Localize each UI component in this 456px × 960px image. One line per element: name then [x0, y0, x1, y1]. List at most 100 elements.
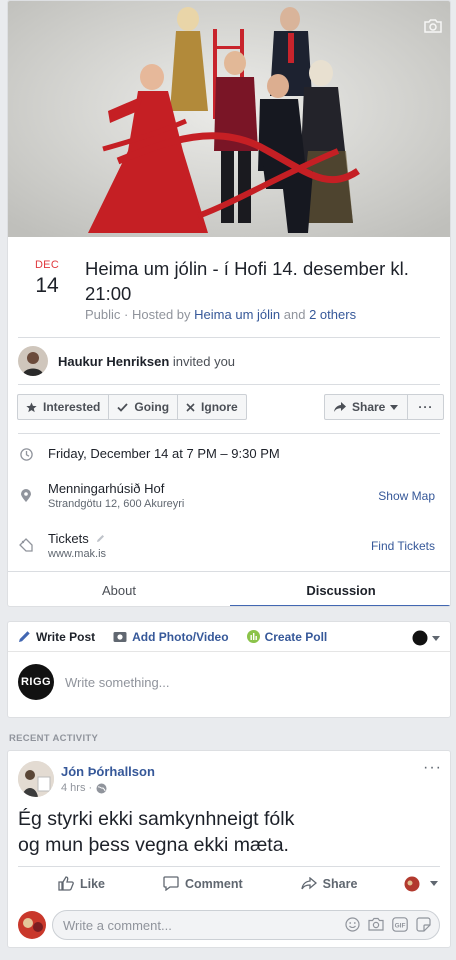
camera-icon[interactable] — [368, 917, 384, 931]
event-time-row: Friday, December 14 at 7 PM – 9:30 PM — [18, 446, 440, 461]
like-label: Like — [80, 876, 106, 891]
clock-icon — [18, 446, 34, 461]
activity-post: Jón Þórhallson 4 hrs · ··· Ég styrki ekk… — [7, 750, 451, 948]
going-label: Going — [134, 400, 170, 414]
comment-composer: Write a comment... GIF — [18, 909, 440, 941]
interested-label: Interested — [43, 400, 101, 414]
check-icon — [117, 402, 129, 412]
show-map-link[interactable]: Show Map — [378, 489, 435, 503]
event-date-month: DEC — [34, 259, 60, 271]
create-poll-button[interactable]: Create Poll — [246, 629, 328, 644]
event-cover-photo[interactable] — [8, 1, 450, 237]
ignore-button[interactable]: Ignore — [178, 395, 246, 419]
add-photo-video-button[interactable]: Add Photo/Video — [113, 630, 229, 644]
and-label: and — [283, 307, 306, 322]
interested-button[interactable]: Interested — [18, 395, 110, 419]
host-link[interactable]: Heima um jólin — [194, 307, 280, 322]
tickets-label-text: Tickets — [48, 531, 89, 546]
gif-icon[interactable]: GIF — [392, 917, 408, 932]
poll-icon — [246, 630, 260, 643]
camera-icon[interactable] — [424, 19, 442, 33]
write-post-label: Write Post — [36, 629, 96, 644]
svg-text:GIF: GIF — [395, 923, 406, 930]
comment-button[interactable]: Comment — [163, 876, 243, 891]
post-as-selector[interactable] — [412, 630, 440, 646]
invitation-text: Haukur Henriksen invited you — [58, 354, 235, 369]
venue-name[interactable]: Menningarhúsið Hof — [48, 481, 184, 496]
share-more-group: Share ··· — [324, 394, 445, 420]
user-avatar-icon — [404, 876, 420, 891]
going-button[interactable]: Going — [109, 395, 179, 419]
write-post-button[interactable]: Write Post — [18, 630, 95, 644]
event-title: Heima um jólin - í Hofi 14. desember kl.… — [85, 258, 409, 304]
pencil-icon — [19, 631, 30, 642]
tab-about[interactable]: About — [8, 572, 230, 606]
divider — [18, 433, 440, 434]
tab-discussion[interactable]: Discussion — [230, 572, 450, 606]
photo-icon — [113, 631, 127, 642]
like-button[interactable]: Like — [58, 876, 105, 891]
ignore-label: Ignore — [201, 400, 238, 414]
event-privacy: Public — [85, 307, 121, 322]
ticket-tag-icon — [18, 531, 34, 552]
close-icon — [186, 402, 195, 412]
thumbs-up-icon — [58, 876, 74, 891]
comment-input[interactable]: Write a comment... GIF — [52, 910, 440, 940]
post-options-button[interactable]: ··· — [423, 759, 442, 777]
more-options-button[interactable]: ··· — [408, 395, 443, 419]
composer-input[interactable]: Write something... — [65, 675, 170, 690]
divider — [18, 384, 440, 385]
create-poll-label: Create Poll — [264, 629, 328, 644]
comment-label: Comment — [185, 876, 243, 891]
hosted-by-label: · Hosted by — [124, 307, 191, 322]
share-label: Share — [322, 876, 358, 891]
post-timestamp[interactable]: 4 hrs · — [61, 782, 92, 794]
event-card: DEC 14 Heima um jólin - í Hofi 14. desem… — [7, 0, 451, 607]
post-text-line: og mun þess vegna ekki mæta. — [18, 834, 289, 856]
comment-placeholder: Write a comment... — [63, 917, 172, 933]
share-arrow-icon — [301, 877, 317, 890]
chevron-down-icon — [432, 635, 440, 641]
event-location-row: Menningarhúsið Hof Strandgötu 12, 600 Ak… — [18, 481, 440, 510]
inviter-avatar[interactable] — [18, 346, 48, 376]
post-meta: 4 hrs · — [61, 782, 107, 794]
post-composer: Write Post Add Photo/Video Create Poll R… — [7, 621, 451, 718]
share-label: Share — [352, 400, 386, 414]
emoji-icon[interactable] — [345, 917, 360, 932]
star-icon — [26, 401, 37, 412]
invitation-row: Haukur Henriksen invited you — [18, 346, 235, 376]
author-avatar[interactable] — [18, 761, 54, 797]
location-pin-icon — [18, 481, 34, 502]
composer-toolbar: Write Post Add Photo/Video Create Poll — [8, 622, 450, 652]
divider — [18, 337, 440, 338]
inviter-name[interactable]: Haukur Henriksen — [58, 354, 169, 369]
sticker-icon[interactable] — [416, 917, 431, 932]
comment-bubble-icon — [163, 876, 179, 891]
invitation-suffix: invited you — [172, 353, 236, 369]
venue-address: Strandgötu 12, 600 Akureyri — [48, 498, 185, 510]
post-author[interactable]: Jón Þórhallson — [61, 764, 155, 779]
tickets-url[interactable]: www.mak.is — [48, 548, 106, 560]
event-date: DEC 14 — [24, 259, 70, 298]
globe-icon — [96, 783, 107, 793]
share-button[interactable]: Share — [325, 395, 409, 419]
commenter-avatar — [18, 911, 46, 939]
page-avatar-icon — [412, 630, 428, 646]
share-button[interactable]: Share — [301, 876, 358, 891]
pencil-icon[interactable] — [96, 534, 105, 543]
reaction-identity-selector[interactable] — [404, 876, 438, 892]
post-text: Ég styrki ekki samkynhneigt fólk og mun … — [18, 806, 438, 858]
tickets-row: Tickets www.mak.is Find Tickets — [18, 531, 440, 560]
post-action-bar: Like Comment Share — [18, 866, 440, 900]
event-time[interactable]: Friday, December 14 at 7 PM – 9:30 PM — [48, 446, 280, 461]
find-tickets-link[interactable]: Find Tickets — [371, 539, 435, 553]
others-link[interactable]: 2 others — [309, 307, 356, 322]
chevron-down-icon — [430, 881, 438, 886]
composer-avatar: RIGG — [18, 664, 54, 700]
event-tabs: About Discussion — [8, 571, 450, 606]
event-date-day: 14 — [35, 274, 59, 297]
tickets-label: Tickets — [48, 531, 106, 546]
recent-activity-heading: RECENT ACTIVITY — [9, 733, 99, 744]
event-host-line: Public · Hosted by Heima um jólin and 2 … — [85, 307, 356, 322]
post-text-line: Ég styrki ekki samkynhneigt fólk — [18, 808, 295, 830]
